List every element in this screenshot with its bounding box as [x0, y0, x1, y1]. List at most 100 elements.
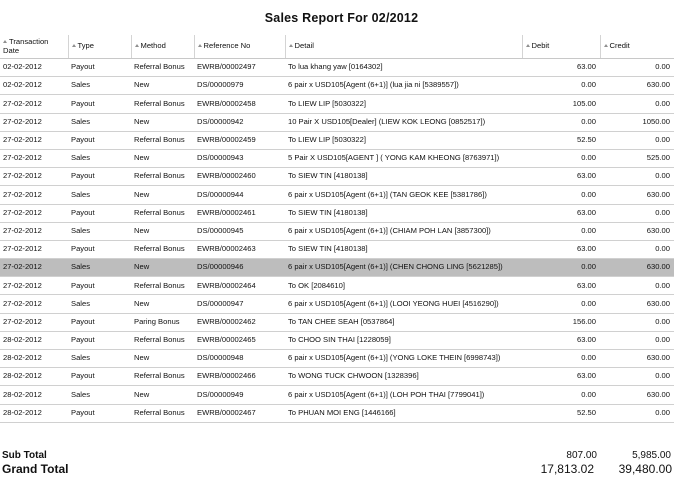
- cell-type: Payout: [68, 204, 131, 223]
- column-header-debit[interactable]: Debit: [521, 35, 600, 59]
- cell-reference: EWRB/00002465: [194, 331, 285, 351]
- cell-type: Payout: [68, 313, 131, 332]
- grand-total-credit: 39,480.00: [618, 462, 672, 476]
- column-header-reference-no[interactable]: Reference No: [193, 35, 285, 59]
- cell-detail: 6 pair x USD105[Agent (6+1)] (TAN GEOK K…: [285, 185, 522, 205]
- cell-debit: 0.00: [522, 258, 600, 278]
- cell-method: New: [131, 222, 194, 241]
- cell-method: New: [131, 349, 194, 369]
- table-row[interactable]: 28-02-2012 Payout Referral Bonus EWRB/00002…: [0, 404, 674, 423]
- cell-type: Payout: [68, 276, 131, 296]
- cell-reference: EWRB/00002462: [194, 313, 285, 332]
- cell-credit: 0.00: [600, 240, 674, 260]
- cell-debit: 52.50: [522, 131, 600, 150]
- cell-reference: DS/00000979: [194, 76, 285, 96]
- cell-detail: 6 pair x USD105[Agent (6+1)] (CHEN CHONG…: [285, 258, 522, 278]
- cell-date: 27-02-2012: [0, 131, 68, 150]
- table-row[interactable]: 27-02-2012 Payout Referral Bonus EWRB/00002…: [0, 204, 674, 223]
- cell-detail: 6 pair x USD105[Agent (6+1)] (lua jia ni…: [285, 76, 522, 96]
- table-row[interactable]: 27-02-2012 Sales New DS/00000946 6 pair x US…: [0, 258, 674, 278]
- cell-debit: 0.00: [522, 385, 600, 405]
- cell-debit: 63.00: [522, 240, 600, 260]
- cell-detail: To OK [2084610]: [285, 276, 522, 296]
- cell-reference: EWRB/00002466: [194, 367, 285, 387]
- cell-detail: To CHOO SIN THAI [1228059]: [285, 331, 522, 351]
- cell-type: Payout: [68, 367, 131, 387]
- cell-date: 27-02-2012: [0, 167, 68, 187]
- cell-date: 27-02-2012: [0, 240, 68, 260]
- cell-debit: 63.00: [522, 276, 600, 296]
- cell-detail: 6 pair x USD105[Agent (6+1)] (CHIAM POH …: [285, 222, 522, 241]
- sort-icon: [525, 44, 530, 48]
- cell-method: New: [131, 185, 194, 205]
- table-row[interactable]: 27-02-2012 Sales New DS/00000944 6 pair x US…: [0, 185, 674, 205]
- cell-method: New: [131, 76, 194, 96]
- cell-debit: 63.00: [522, 167, 600, 187]
- cell-credit: 0.00: [600, 204, 674, 223]
- sort-icon: [288, 44, 293, 48]
- table-row[interactable]: 27-02-2012 Payout Referral Bonus EWRB/00002…: [0, 240, 674, 260]
- table-row[interactable]: 27-02-2012 Payout Paring Bonus EWRB/0000246…: [0, 313, 674, 332]
- sub-total-row: Sub Total 807.00 5,985.00: [0, 450, 683, 462]
- table-row[interactable]: 27-02-2012 Sales New DS/00000947 6 pair x US…: [0, 294, 674, 314]
- cell-method: Referral Bonus: [131, 167, 194, 187]
- table-row[interactable]: 28-02-2012 Sales New DS/00000949 6 pair x US…: [0, 385, 674, 405]
- table-row[interactable]: 27-02-2012 Sales New DS/00000943 5 Pair X US…: [0, 149, 674, 169]
- table-row[interactable]: 02-02-2012 Sales New DS/00000979 6 pair x US…: [0, 76, 674, 96]
- cell-reference: EWRB/00002497: [194, 58, 285, 78]
- cell-credit: 630.00: [600, 222, 674, 241]
- sales-report-table: Transaction Date Type Method Reference N…: [0, 35, 674, 423]
- column-header-type[interactable]: Type: [67, 35, 131, 59]
- cell-credit: 630.00: [600, 349, 674, 369]
- cell-credit: 0.00: [600, 276, 674, 296]
- sort-icon: [71, 44, 76, 48]
- cell-reference: DS/00000949: [194, 385, 285, 405]
- column-header-credit[interactable]: Credit: [599, 35, 674, 59]
- table-row[interactable]: 27-02-2012 Sales New DS/00000942 10 Pair X U…: [0, 113, 674, 132]
- cell-detail: To SIEW TIN [4180138]: [285, 204, 522, 223]
- cell-reference: DS/00000945: [194, 222, 285, 241]
- cell-type: Sales: [68, 149, 131, 169]
- cell-reference: EWRB/00002459: [194, 131, 285, 150]
- table-row[interactable]: 27-02-2012 Payout Referral Bonus EWRB/00002…: [0, 131, 674, 150]
- cell-type: Sales: [68, 222, 131, 241]
- table-row[interactable]: 28-02-2012 Payout Referral Bonus EWRB/00002…: [0, 367, 674, 387]
- cell-reference: EWRB/00002460: [194, 167, 285, 187]
- cell-credit: 525.00: [600, 149, 674, 169]
- cell-credit: 0.00: [600, 131, 674, 150]
- cell-type: Sales: [68, 385, 131, 405]
- cell-detail: To PHUAN MOI ENG [1446166]: [285, 404, 522, 423]
- cell-date: 27-02-2012: [0, 258, 68, 278]
- cell-debit: 105.00: [522, 94, 600, 114]
- column-header-method[interactable]: Method: [130, 35, 194, 59]
- cell-reference: EWRB/00002463: [194, 240, 285, 260]
- cell-date: 28-02-2012: [0, 331, 68, 351]
- table-row[interactable]: 27-02-2012 Payout Referral Bonus EWRB/00002…: [0, 167, 674, 187]
- cell-date: 02-02-2012: [0, 76, 68, 96]
- cell-credit: 630.00: [600, 294, 674, 314]
- cell-type: Payout: [68, 94, 131, 114]
- cell-reference: DS/00000942: [194, 113, 285, 132]
- cell-method: Referral Bonus: [131, 367, 194, 387]
- table-row[interactable]: 27-02-2012 Sales New DS/00000945 6 pair x US…: [0, 222, 674, 241]
- table-row[interactable]: 28-02-2012 Payout Referral Bonus EWRB/00002…: [0, 331, 674, 351]
- cell-method: Referral Bonus: [131, 404, 194, 423]
- table-row[interactable]: 02-02-2012 Payout Referral Bonus EWRB/00002…: [0, 58, 674, 78]
- cell-reference: EWRB/00002458: [194, 94, 285, 114]
- table-row[interactable]: 27-02-2012 Payout Referral Bonus EWRB/00002…: [0, 276, 674, 296]
- cell-method: New: [131, 258, 194, 278]
- column-header-detail[interactable]: Detail: [284, 35, 522, 59]
- column-header-transaction-date[interactable]: Transaction Date: [0, 35, 68, 59]
- cell-credit: 1050.00: [600, 113, 674, 132]
- cell-type: Sales: [68, 113, 131, 132]
- cell-credit: 0.00: [600, 313, 674, 332]
- table-row[interactable]: 27-02-2012 Payout Referral Bonus EWRB/00002…: [0, 94, 674, 114]
- grand-total-row: Grand Total 17,813.02 39,480.00: [0, 462, 683, 477]
- cell-date: 28-02-2012: [0, 385, 68, 405]
- cell-detail: 6 pair x USD105[Agent (6+1)] (LOOI YEONG…: [285, 294, 522, 314]
- cell-credit: 0.00: [600, 58, 674, 78]
- cell-detail: 6 pair x USD105[Agent (6+1)] (LOH POH TH…: [285, 385, 522, 405]
- table-row[interactable]: 28-02-2012 Sales New DS/00000948 6 pair x US…: [0, 349, 674, 369]
- cell-method: New: [131, 385, 194, 405]
- cell-detail: To LIEW LIP [5030322]: [285, 131, 522, 150]
